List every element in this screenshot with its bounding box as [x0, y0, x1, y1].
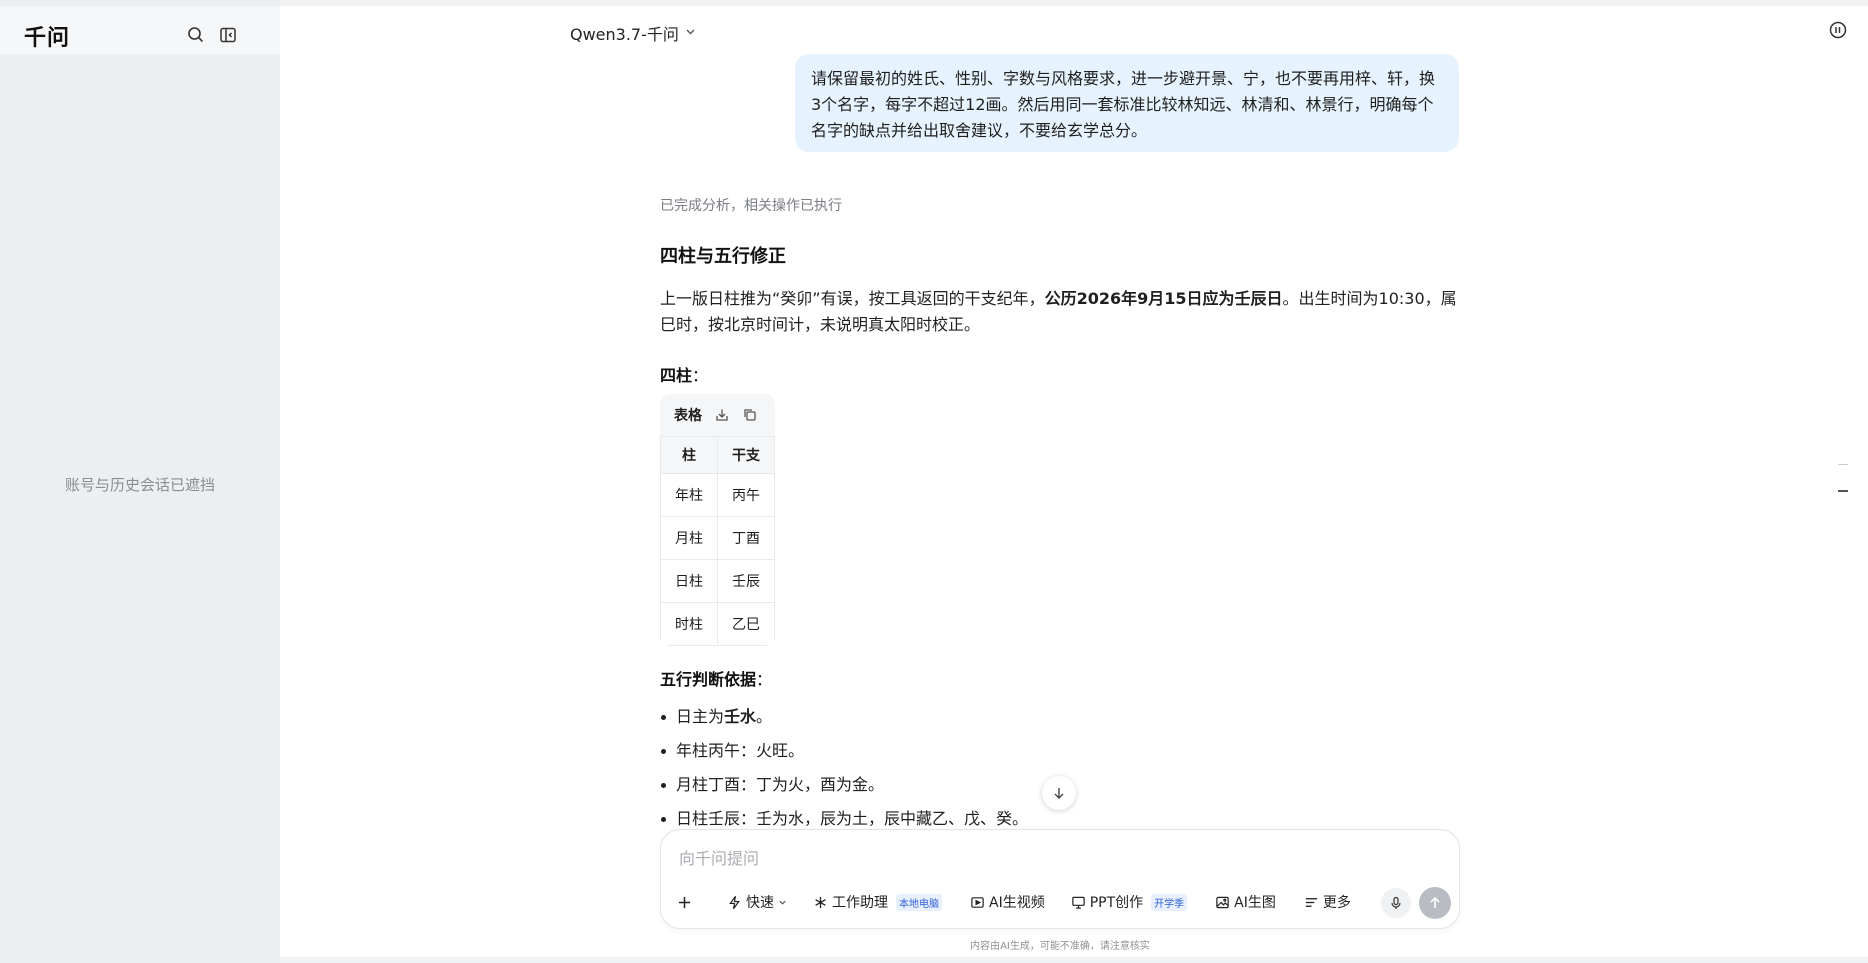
para-bold-date: 公历2026年9月15日应为壬辰日: [1044, 289, 1283, 308]
sidebar: 千问 账号与历史会话已遮挡: [0, 0, 280, 963]
table-row: 月柱 丁酉: [660, 516, 775, 560]
more-label: 更多: [1322, 895, 1351, 911]
table-cell: 时柱: [660, 602, 718, 646]
section-heading: 四柱与五行修正: [660, 246, 786, 267]
composer-toolbar: 快速 工作助理 本地电脑 AI生视频 PPT创作 开学季 AI生图 更多: [677, 886, 1351, 918]
ppt-create-tag: 开学季: [1151, 893, 1188, 911]
arrow-up-icon: [1430, 896, 1440, 908]
masked-history-note: 账号与历史会话已遮挡: [64, 476, 215, 494]
table-cell: 年柱: [660, 473, 718, 517]
speed-mode-dropdown[interactable]: 快速: [727, 886, 787, 918]
wuxing-bullet-list: 日主为壬水。 年柱丙午：火旺。 月柱丁酉：丁为火，酉为金。 日柱壬辰：壬为水，辰…: [660, 700, 1028, 836]
ppt-create-label: PPT创作: [1089, 895, 1144, 911]
bullet-text: 。: [756, 707, 773, 726]
table-cell: 月柱: [660, 516, 718, 560]
plus-icon: [678, 896, 691, 908]
microphone-icon: [1391, 896, 1401, 909]
ai-image-label: AI生图: [1234, 895, 1276, 911]
image-icon: [1216, 896, 1229, 908]
add-button[interactable]: [677, 886, 711, 918]
list-item: 年柱丙午：火旺。: [660, 734, 1028, 768]
scroll-mark: [1838, 464, 1848, 465]
table-row: 时柱 乙巳: [660, 602, 775, 646]
download-icon[interactable]: [714, 407, 730, 423]
speed-mode-label: 快速: [746, 895, 774, 911]
collapse-sidebar-icon[interactable]: [218, 25, 238, 45]
table-cell: 日柱: [660, 559, 718, 603]
wuxing-label: 五行判断依据：: [660, 666, 772, 690]
scroll-position-marks[interactable]: [1838, 464, 1848, 492]
table-cell: 乙巳: [717, 602, 775, 646]
chevron-down-icon: [685, 26, 696, 40]
table-toolbar: 表格: [660, 394, 775, 436]
pillars-table-card: 表格 柱 干支 年柱 丙午 月柱 丁酉 日柱 壬辰 时柱 乙巳: [660, 394, 775, 646]
work-assistant-button[interactable]: 工作助理 本地电脑: [813, 886, 942, 918]
scroll-to-bottom-button[interactable]: [1042, 776, 1076, 810]
table-header-cell: 柱: [660, 436, 718, 474]
wuxing-label-colon: ：: [756, 670, 773, 689]
wuxing-label-text: 五行判断依据: [660, 670, 757, 689]
composer-box: 快速 工作助理 本地电脑 AI生视频 PPT创作 开学季 AI生图: [660, 829, 1460, 929]
ai-disclaimer: 内容由AI生成，可能不准确，请注意核实: [970, 941, 1150, 952]
chevron-down-icon: [779, 900, 786, 905]
prompt-input[interactable]: [679, 844, 1439, 872]
table-cell: 壬辰: [717, 559, 775, 603]
scroll-mark-active: [1838, 490, 1848, 492]
copy-icon[interactable]: [742, 407, 758, 423]
ai-image-button[interactable]: AI生图: [1215, 886, 1276, 918]
main-panel: Qwen3.7-千问 请保留最初的姓氏、性别、字数与风格要求，进一步避开景、宁，…: [280, 6, 1868, 957]
ai-video-button[interactable]: AI生视频: [970, 886, 1045, 918]
pillars-label-colon: ：: [692, 366, 709, 385]
send-button[interactable]: [1419, 887, 1451, 919]
bullet-bold: 壬水: [724, 707, 757, 726]
work-assistant-label: 工作助理: [832, 895, 888, 911]
table-cell: 丙午: [717, 473, 775, 517]
para-text-1: 上一版日柱推为“癸卯”有误，按工具返回的干支纪年，: [660, 289, 1045, 308]
ai-video-label: AI生视频: [989, 895, 1045, 911]
history-icon[interactable]: [1828, 20, 1848, 40]
model-label: Qwen3.7-千问: [570, 25, 679, 44]
correction-paragraph: 上一版日柱推为“癸卯”有误，按工具返回的干支纪年，公历2026年9月15日应为壬…: [660, 286, 1460, 338]
more-button[interactable]: 更多: [1304, 886, 1351, 918]
pillars-table: 柱 干支 年柱 丙午 月柱 丁酉 日柱 壬辰 时柱 乙巳: [660, 436, 775, 646]
arrow-down-icon: [1054, 788, 1064, 799]
table-cell: 丁酉: [717, 516, 775, 560]
work-assistant-tag: 本地电脑: [896, 893, 942, 911]
user-message-bubble: 请保留最初的姓氏、性别、字数与风格要求，进一步避开景、宁，也不要再用梓、轩，换3…: [795, 54, 1459, 152]
analysis-status[interactable]: 已完成分析，相关操作已执行: [660, 195, 842, 215]
bullet-text: 日主为: [676, 707, 725, 726]
presentation-icon: [1071, 896, 1085, 909]
menu-lines-icon: [1305, 897, 1317, 907]
top-bar: Qwen3.7-千问: [280, 6, 1868, 54]
table-header-row: 柱 干支: [660, 436, 775, 474]
pillars-label-text: 四柱: [660, 366, 693, 385]
table-row: 日柱 壬辰: [660, 559, 775, 603]
ppt-create-button[interactable]: PPT创作 开学季: [1071, 886, 1188, 918]
table-header-cell: 干支: [717, 436, 775, 474]
table-toolbar-label: 表格: [674, 408, 702, 424]
table-row: 年柱 丙午: [660, 473, 775, 517]
pillars-label: 四柱：: [660, 362, 708, 386]
list-item: 月柱丁酉：丁为火，酉为金。: [660, 768, 1028, 802]
lightning-icon: [729, 895, 740, 909]
list-item: 日主为壬水。: [660, 700, 1028, 734]
model-selector[interactable]: Qwen3.7-千问: [570, 21, 696, 45]
video-icon: [971, 896, 984, 908]
asterisk-icon: [815, 896, 826, 908]
app-logo[interactable]: 千问: [24, 20, 70, 52]
voice-input-button[interactable]: [1381, 888, 1411, 918]
sidebar-header: 千问: [0, 6, 280, 54]
search-icon[interactable]: [186, 25, 206, 45]
